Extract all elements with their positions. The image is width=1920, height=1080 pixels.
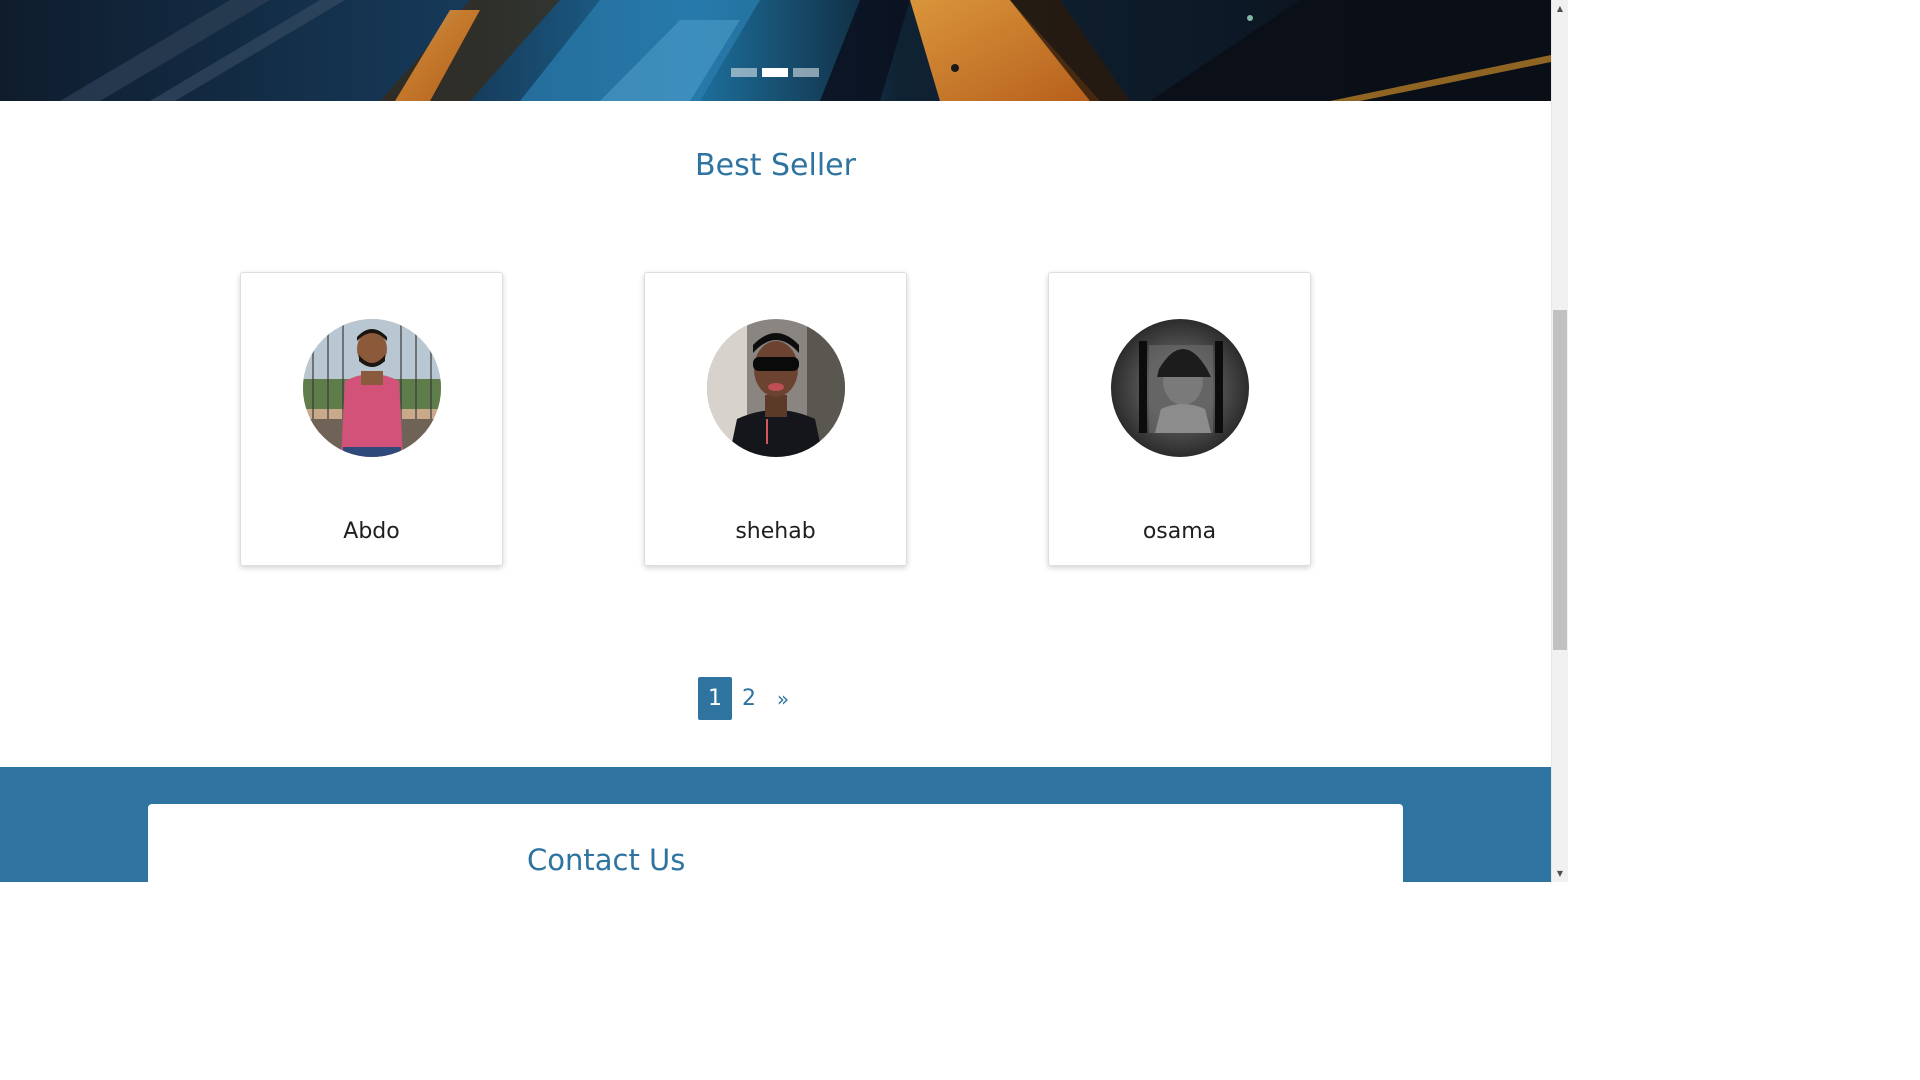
page-scrollbar[interactable]: ▲ ▼: [1551, 0, 1568, 882]
seller-card[interactable]: osama: [1048, 272, 1311, 566]
page-link-2[interactable]: 2: [732, 677, 766, 720]
arrow-up-icon[interactable]: ▲: [1552, 0, 1568, 17]
contact-card: Contact Us: [148, 804, 1403, 882]
carousel-indicator-1[interactable]: [731, 68, 757, 77]
seller-avatar: [707, 319, 845, 457]
hero-carousel: [0, 0, 1551, 101]
carousel-indicator-2[interactable]: [762, 68, 788, 77]
seller-avatar: [1111, 319, 1249, 457]
page-link-1[interactable]: 1: [698, 677, 732, 720]
seller-name: shehab: [735, 519, 816, 544]
seller-name: osama: [1142, 519, 1217, 544]
page-viewport: Best Seller Abdo shehab osama 1 2 » Cont…: [0, 0, 1551, 882]
carousel-indicators: [731, 68, 819, 77]
best-seller-title: Best Seller: [695, 148, 856, 183]
seller-avatar: [303, 319, 441, 457]
hero-slide-image: [0, 0, 1551, 101]
scroll-thumb[interactable]: [1553, 310, 1567, 650]
contact-title: Contact Us: [527, 843, 686, 877]
pagination: 1 2 »: [698, 677, 800, 720]
carousel-indicator-3[interactable]: [793, 68, 819, 77]
contact-section: Contact Us: [0, 767, 1551, 882]
seller-card[interactable]: shehab: [644, 272, 907, 566]
arrow-down-icon[interactable]: ▼: [1552, 865, 1568, 882]
seller-name: Abdo: [343, 519, 400, 544]
next-page-link[interactable]: »: [766, 677, 800, 720]
seller-card[interactable]: Abdo: [240, 272, 503, 566]
